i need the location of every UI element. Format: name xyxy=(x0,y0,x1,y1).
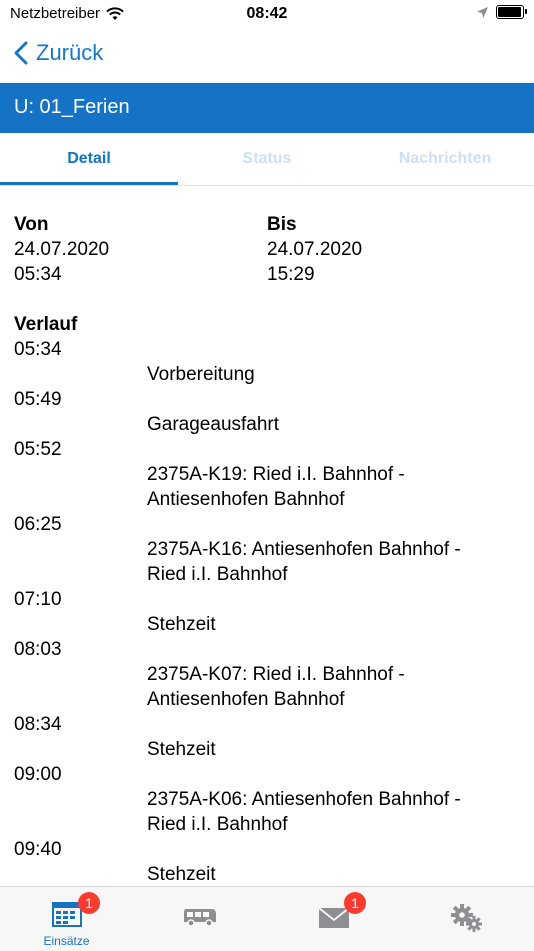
page-title: U: 01_Ferien xyxy=(14,96,130,118)
history-list: 05:34 Vorbereitung 05:49 Garageausfahrt 05:5… xyxy=(14,337,520,887)
history-description: Ried i.I. Bahnhof xyxy=(147,564,288,585)
history-time: 08:34 xyxy=(14,714,62,735)
history-time: 09:40 xyxy=(14,839,62,860)
history-description: Antiesenhofen Bahnhof xyxy=(147,489,345,510)
tab-detail[interactable]: Detail xyxy=(0,133,178,185)
bottom-tab-bar: 1 Einsätze 1 xyxy=(0,886,534,951)
history-description: 2375A-K16: Antiesenhofen Bahnhof - xyxy=(147,539,461,560)
tabbar-item-settings[interactable] xyxy=(400,887,533,951)
history-description: 2375A-K19: Ried i.I. Bahnhof - xyxy=(147,464,405,485)
history-time: 08:03 xyxy=(14,639,62,660)
history-description: 2375A-K07: Ried i.I. Bahnhof - xyxy=(147,664,405,685)
from-date: 24.07.2020 xyxy=(14,239,110,260)
title-bar: U: 01_Ferien xyxy=(0,83,534,133)
from-column: Von 24.07.2020 05:34 xyxy=(14,212,267,287)
time-range: Von 24.07.2020 05:34 Bis 24.07.2020 15:2… xyxy=(14,212,520,287)
history-time: 09:00 xyxy=(14,764,62,785)
to-column: Bis 24.07.2020 15:29 xyxy=(267,212,520,287)
history-time: 05:34 xyxy=(14,339,62,360)
calendar-icon xyxy=(51,902,82,927)
clock: 08:42 xyxy=(246,5,288,22)
tabbar-item-bus[interactable] xyxy=(133,887,266,951)
to-date: 24.07.2020 xyxy=(267,239,363,260)
history-description: Stehzeit xyxy=(147,614,216,635)
back-label: Zurück xyxy=(36,40,104,65)
detail-content: Von 24.07.2020 05:34 Bis 24.07.2020 15:2… xyxy=(14,212,520,887)
to-label: Bis xyxy=(267,214,297,235)
status-bar: Netzbetreiber 08:42 xyxy=(0,0,534,30)
tabbar-item-einsaetze[interactable]: 1 Einsätze xyxy=(0,887,133,951)
einsaetze-badge: 1 xyxy=(78,892,100,914)
history-description: Ried i.I. Bahnhof xyxy=(147,814,288,835)
history-description: Antiesenhofen Bahnhof xyxy=(147,689,345,710)
battery-icon xyxy=(496,5,527,19)
tabbar-label-einsaetze: Einsätze xyxy=(43,934,90,948)
tab-status[interactable]: Status xyxy=(178,133,356,185)
chevron-left-icon xyxy=(14,41,28,65)
history-time: 07:10 xyxy=(14,589,62,610)
tab-strip: Detail Status Nachrichten xyxy=(0,133,534,186)
history-description: Vorbereitung xyxy=(147,364,255,385)
battery-level xyxy=(498,7,522,17)
history-time: 06:25 xyxy=(14,514,62,535)
history-description: 2375A-K06: Antiesenhofen Bahnhof - xyxy=(147,789,461,810)
history-label: Verlauf xyxy=(14,314,78,335)
tabbar-item-messages[interactable]: 1 xyxy=(267,887,400,951)
history-description: Garageausfahrt xyxy=(147,414,280,435)
from-label: Von xyxy=(14,214,49,235)
messages-badge: 1 xyxy=(344,892,366,914)
gears-icon xyxy=(450,904,482,932)
status-right xyxy=(477,5,527,19)
back-button[interactable]: Zurück xyxy=(14,40,103,66)
tab-messages[interactable]: Nachrichten xyxy=(356,133,534,185)
from-time: 05:34 xyxy=(14,264,62,285)
mail-icon xyxy=(317,907,350,928)
navigation-bar: Zurück xyxy=(0,30,534,82)
history-description: Stehzeit xyxy=(147,864,216,885)
history-time: 05:52 xyxy=(14,439,62,460)
location-arrow-icon xyxy=(477,6,488,18)
history-time: 05:49 xyxy=(14,389,62,410)
bus-icon xyxy=(183,909,216,927)
history-section: Verlauf 05:34 Vorbereitung 05:49 Garageausf… xyxy=(14,312,520,887)
history-description: Stehzeit xyxy=(147,739,216,760)
to-time: 15:29 xyxy=(267,264,315,285)
